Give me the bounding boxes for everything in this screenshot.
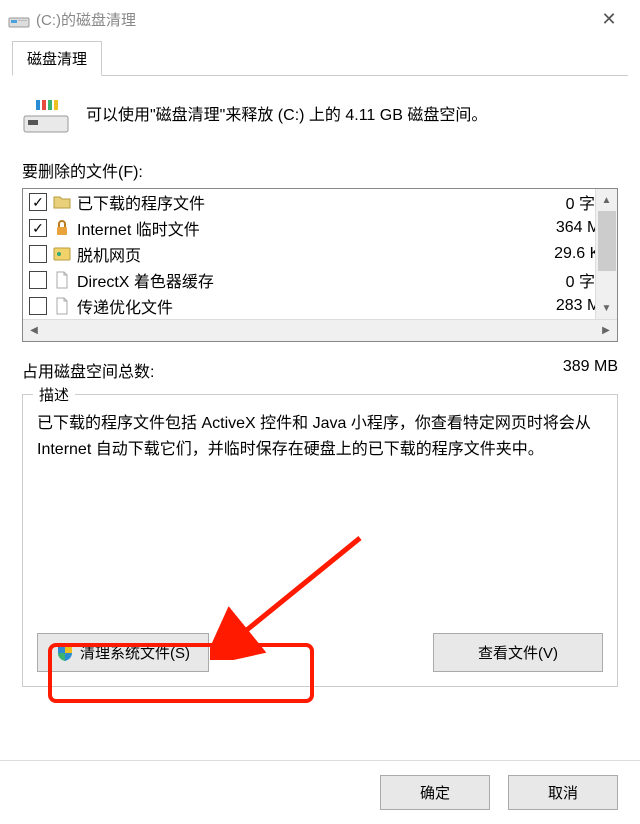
tab-disk-cleanup[interactable]: 磁盘清理 bbox=[12, 41, 102, 76]
total-value: 389 MB bbox=[563, 358, 618, 382]
scroll-up-icon[interactable]: ▲ bbox=[596, 189, 617, 211]
files-to-delete-label: 要删除的文件(F): bbox=[22, 158, 618, 182]
file-list: 已下载的程序文件0 字节Internet 临时文件364 MB脱机网页29.6 … bbox=[22, 188, 618, 342]
ok-button[interactable]: 确定 bbox=[380, 775, 490, 810]
window-title: (C:)的磁盘清理 bbox=[36, 9, 136, 30]
horizontal-scrollbar[interactable]: ◀ ▶ bbox=[23, 319, 617, 341]
scroll-down-icon[interactable]: ▼ bbox=[596, 297, 617, 319]
file-list-row[interactable]: 脱机网页29.6 KB bbox=[23, 241, 617, 267]
scroll-left-icon[interactable]: ◀ bbox=[23, 325, 45, 336]
lock-icon bbox=[53, 219, 71, 237]
clean-system-files-button[interactable]: 清理系统文件(S) bbox=[37, 633, 209, 672]
file-list-row[interactable]: Internet 临时文件364 MB bbox=[23, 215, 617, 241]
file-list-row[interactable]: 已下载的程序文件0 字节 bbox=[23, 189, 617, 215]
scroll-thumb[interactable] bbox=[598, 211, 616, 271]
scroll-right-icon[interactable]: ▶ bbox=[595, 325, 617, 336]
checkbox[interactable] bbox=[29, 297, 47, 315]
file-name: Internet 临时文件 bbox=[77, 216, 521, 240]
view-files-button[interactable]: 查看文件(V) bbox=[433, 633, 603, 672]
file-list-row[interactable]: DirectX 着色器缓存0 字节 bbox=[23, 267, 617, 293]
shield-icon bbox=[56, 644, 74, 662]
vertical-scrollbar[interactable]: ▲ ▼ bbox=[595, 189, 617, 319]
file-name: 脱机网页 bbox=[77, 242, 521, 266]
folder-icon bbox=[53, 193, 71, 211]
clean-system-files-label: 清理系统文件(S) bbox=[80, 642, 190, 663]
checkbox[interactable] bbox=[29, 271, 47, 289]
file-icon bbox=[53, 297, 71, 315]
description-title: 描述 bbox=[33, 384, 75, 405]
checkbox[interactable] bbox=[29, 245, 47, 263]
checkbox[interactable] bbox=[29, 193, 47, 211]
offline-icon bbox=[53, 245, 71, 263]
summary-text: 可以使用"磁盘清理"来释放 (C:) 上的 4.11 GB 磁盘空间。 bbox=[86, 104, 487, 128]
file-name: 传递优化文件 bbox=[77, 294, 521, 318]
total-label: 占用磁盘空间总数: bbox=[22, 358, 154, 382]
cancel-button[interactable]: 取消 bbox=[508, 775, 618, 810]
description-group: 描述 已下载的程序文件包括 ActiveX 控件和 Java 小程序，你查看特定… bbox=[22, 394, 618, 687]
file-list-row[interactable]: 传递优化文件283 MB bbox=[23, 293, 617, 319]
drive-icon bbox=[22, 96, 70, 136]
file-name: DirectX 着色器缓存 bbox=[77, 268, 521, 292]
checkbox[interactable] bbox=[29, 219, 47, 237]
close-icon[interactable]: ✕ bbox=[586, 5, 632, 34]
file-icon bbox=[53, 271, 71, 289]
drive-icon-small bbox=[8, 10, 30, 28]
file-name: 已下载的程序文件 bbox=[77, 190, 521, 214]
description-text: 已下载的程序文件包括 ActiveX 控件和 Java 小程序，你查看特定网页时… bbox=[37, 411, 603, 483]
